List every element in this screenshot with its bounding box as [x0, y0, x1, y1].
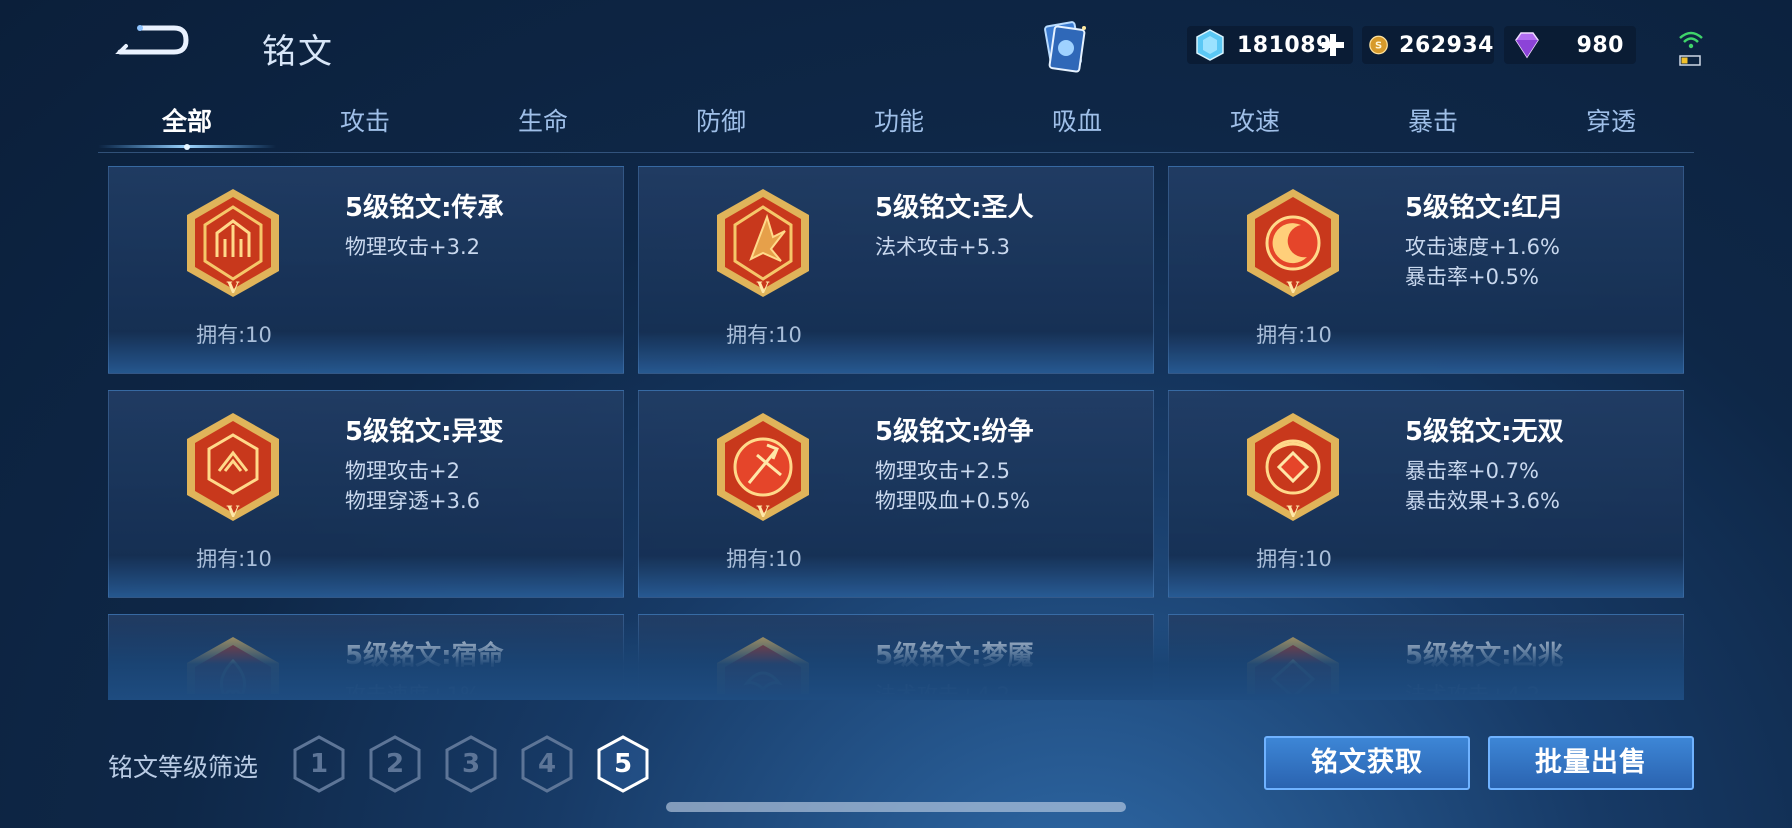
rune-owned-count: 拥有:10: [1256, 323, 1332, 347]
rune-stat: 物理攻击+2.5: [875, 459, 1010, 483]
rune-card[interactable]: V 5级铭文:传承 物理攻击+3.2 拥有:10: [108, 166, 624, 374]
rune-card[interactable]: 5级铭文:梦魇 法术攻击+4.2: [638, 614, 1154, 694]
rune-stat: 法术攻击+5.3: [875, 235, 1010, 259]
rune-card[interactable]: V 5级铭文:异变 物理攻击+2 物理穿透+3.6 拥有:10: [108, 390, 624, 598]
gem-amount: 980: [1576, 32, 1624, 58]
level-filter-5[interactable]: 5: [596, 734, 650, 794]
rune-name: 5级铭文:圣人: [875, 193, 1034, 223]
rune-card-icon[interactable]: [1036, 18, 1092, 78]
wifi-battery-icon: [1679, 31, 1703, 66]
rune-name: 5级铭文:凶兆: [1405, 641, 1564, 671]
tab-health[interactable]: 生命: [454, 102, 632, 138]
rune-emblem-icon: [1247, 637, 1339, 694]
add-diamond-button[interactable]: [1319, 31, 1347, 59]
gem-currency: 980: [1504, 26, 1636, 64]
bulk-sell-button[interactable]: 批量出售: [1488, 736, 1694, 790]
back-arrow-icon[interactable]: [112, 22, 190, 62]
rune-stat: 攻击速度+1.6%: [1405, 235, 1560, 259]
tab-all[interactable]: 全部: [98, 102, 276, 138]
active-tab-indicator: [98, 144, 276, 150]
rune-owned-count: 拥有:10: [1256, 547, 1332, 571]
rune-card[interactable]: 5级铭文:宿命 攻击速度+1%: [108, 614, 624, 694]
svg-text:S: S: [1375, 41, 1382, 52]
gold-coin-icon: S: [1369, 35, 1388, 55]
top-bar: 铭文 181089 S 262934 980: [0, 0, 1792, 95]
rune-stat: 物理穿透+3.6: [345, 489, 480, 513]
rune-card[interactable]: V 5级铭文:纷争 物理攻击+2.5 物理吸血+0.5% 拥有:10: [638, 390, 1154, 598]
rune-card[interactable]: V 5级铭文:无双 暴击率+0.7% 暴击效果+3.6% 拥有:10: [1168, 390, 1684, 598]
level-filter-2[interactable]: 2: [368, 734, 422, 794]
level-filter-3[interactable]: 3: [444, 734, 498, 794]
rune-stat: 暴击率+0.7%: [1405, 459, 1539, 483]
rune-stat: 暴击效果+3.6%: [1405, 489, 1560, 513]
rune-emblem-icon: V: [717, 413, 809, 521]
rune-name: 5级铭文:传承: [345, 193, 504, 223]
rune-owned-count: 拥有:10: [726, 323, 802, 347]
rune-stat: 物理攻击+2: [345, 459, 460, 483]
gold-amount: 262934: [1399, 32, 1494, 58]
rune-stat: 攻击速度+1%: [345, 679, 480, 694]
rune-name: 5级铭文:红月: [1405, 193, 1564, 223]
svg-text:V: V: [1286, 278, 1300, 297]
svg-text:V: V: [756, 502, 770, 521]
rune-card[interactable]: 5级铭文:凶兆 法术攻击+4.2: [1168, 614, 1684, 694]
rune-emblem-icon: V: [717, 189, 809, 297]
rune-stat: 法术攻击+4.2: [1405, 679, 1540, 694]
rune-grid: V 5级铭文:传承 物理攻击+3.2 拥有:10 V 5级铭文:圣人 法术攻击+…: [108, 166, 1684, 694]
diamond-amount: 181089: [1237, 32, 1332, 58]
rune-stat: 物理攻击+3.2: [345, 235, 480, 259]
level-filter-label: 铭文等级筛选: [108, 753, 259, 782]
rune-stat: 物理吸血+0.5%: [875, 489, 1030, 513]
rune-owned-count: 拥有:10: [196, 323, 272, 347]
rune-name: 5级铭文:异变: [345, 417, 504, 447]
rune-emblem-icon: [187, 637, 279, 694]
rune-owned-count: 拥有:10: [726, 547, 802, 571]
svg-text:V: V: [1286, 502, 1300, 521]
rune-stat: 暴击率+0.5%: [1405, 265, 1539, 289]
rune-name: 5级铭文:宿命: [345, 641, 504, 671]
page-title: 铭文: [262, 32, 334, 72]
svg-text:V: V: [226, 502, 240, 521]
home-indicator[interactable]: [666, 802, 1126, 812]
rune-owned-count: 拥有:10: [196, 547, 272, 571]
rune-name: 5级铭文:梦魇: [875, 641, 1034, 671]
rune-card[interactable]: V 5级铭文:圣人 法术攻击+5.3 拥有:10: [638, 166, 1154, 374]
level-filter-1[interactable]: 1: [292, 734, 346, 794]
rune-name: 5级铭文:纷争: [875, 417, 1034, 447]
svg-text:V: V: [756, 278, 770, 297]
level-filter-4[interactable]: 4: [520, 734, 574, 794]
gem-icon: [1515, 32, 1539, 59]
rune-stat: 法术攻击+4.2: [875, 679, 1010, 694]
rune-emblem-icon: [717, 637, 809, 694]
svg-text:V: V: [226, 278, 240, 297]
diamond-currency: 181089: [1187, 26, 1353, 64]
tab-attack-speed[interactable]: 攻速: [1166, 102, 1344, 138]
tab-penetration[interactable]: 穿透: [1522, 102, 1700, 138]
tab-function[interactable]: 功能: [810, 102, 988, 138]
rune-emblem-icon: V: [1247, 189, 1339, 297]
rune-name: 5级铭文:无双: [1405, 417, 1564, 447]
get-rune-button[interactable]: 铭文获取: [1264, 736, 1470, 790]
rune-card[interactable]: V 5级铭文:红月 攻击速度+1.6% 暴击率+0.5% 拥有:10: [1168, 166, 1684, 374]
rune-emblem-icon: V: [187, 189, 279, 297]
rune-emblem-icon: V: [1247, 413, 1339, 521]
tab-lifesteal[interactable]: 吸血: [988, 102, 1166, 138]
tab-attack[interactable]: 攻击: [276, 102, 454, 138]
tab-defense[interactable]: 防御: [632, 102, 810, 138]
rune-emblem-icon: V: [187, 413, 279, 521]
gold-currency: S 262934: [1362, 26, 1494, 64]
tab-critical[interactable]: 暴击: [1344, 102, 1522, 138]
category-tabs: 全部 攻击 生命 防御 功能 吸血 攻速 暴击 穿透: [98, 96, 1694, 153]
diamond-icon: [1196, 29, 1224, 61]
